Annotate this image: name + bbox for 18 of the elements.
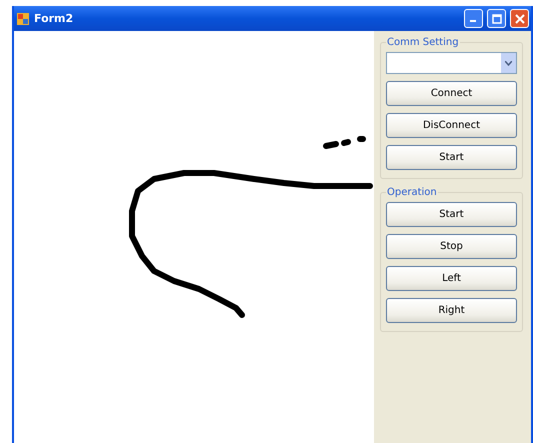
group-title: Comm Setting: [386, 37, 460, 48]
close-button[interactable]: [510, 9, 529, 28]
close-icon: [514, 14, 524, 24]
action-button[interactable]: Start: [386, 145, 517, 170]
action-button[interactable]: Right: [386, 298, 517, 323]
app-icon: [16, 12, 30, 26]
group-title: Operation: [386, 187, 438, 198]
action-button[interactable]: Start: [386, 202, 517, 227]
caret-icon: [505, 60, 512, 66]
maximize-button[interactable]: [487, 9, 506, 28]
minimize-button[interactable]: [464, 9, 483, 28]
action-button[interactable]: DisConnect: [386, 113, 517, 138]
port-dropdown[interactable]: [386, 52, 517, 74]
action-button[interactable]: Stop: [386, 234, 517, 259]
window-title: Form2: [34, 12, 74, 25]
action-button[interactable]: Connect: [386, 81, 517, 106]
maximize-icon: [492, 14, 502, 24]
action-button[interactable]: Left: [386, 266, 517, 291]
